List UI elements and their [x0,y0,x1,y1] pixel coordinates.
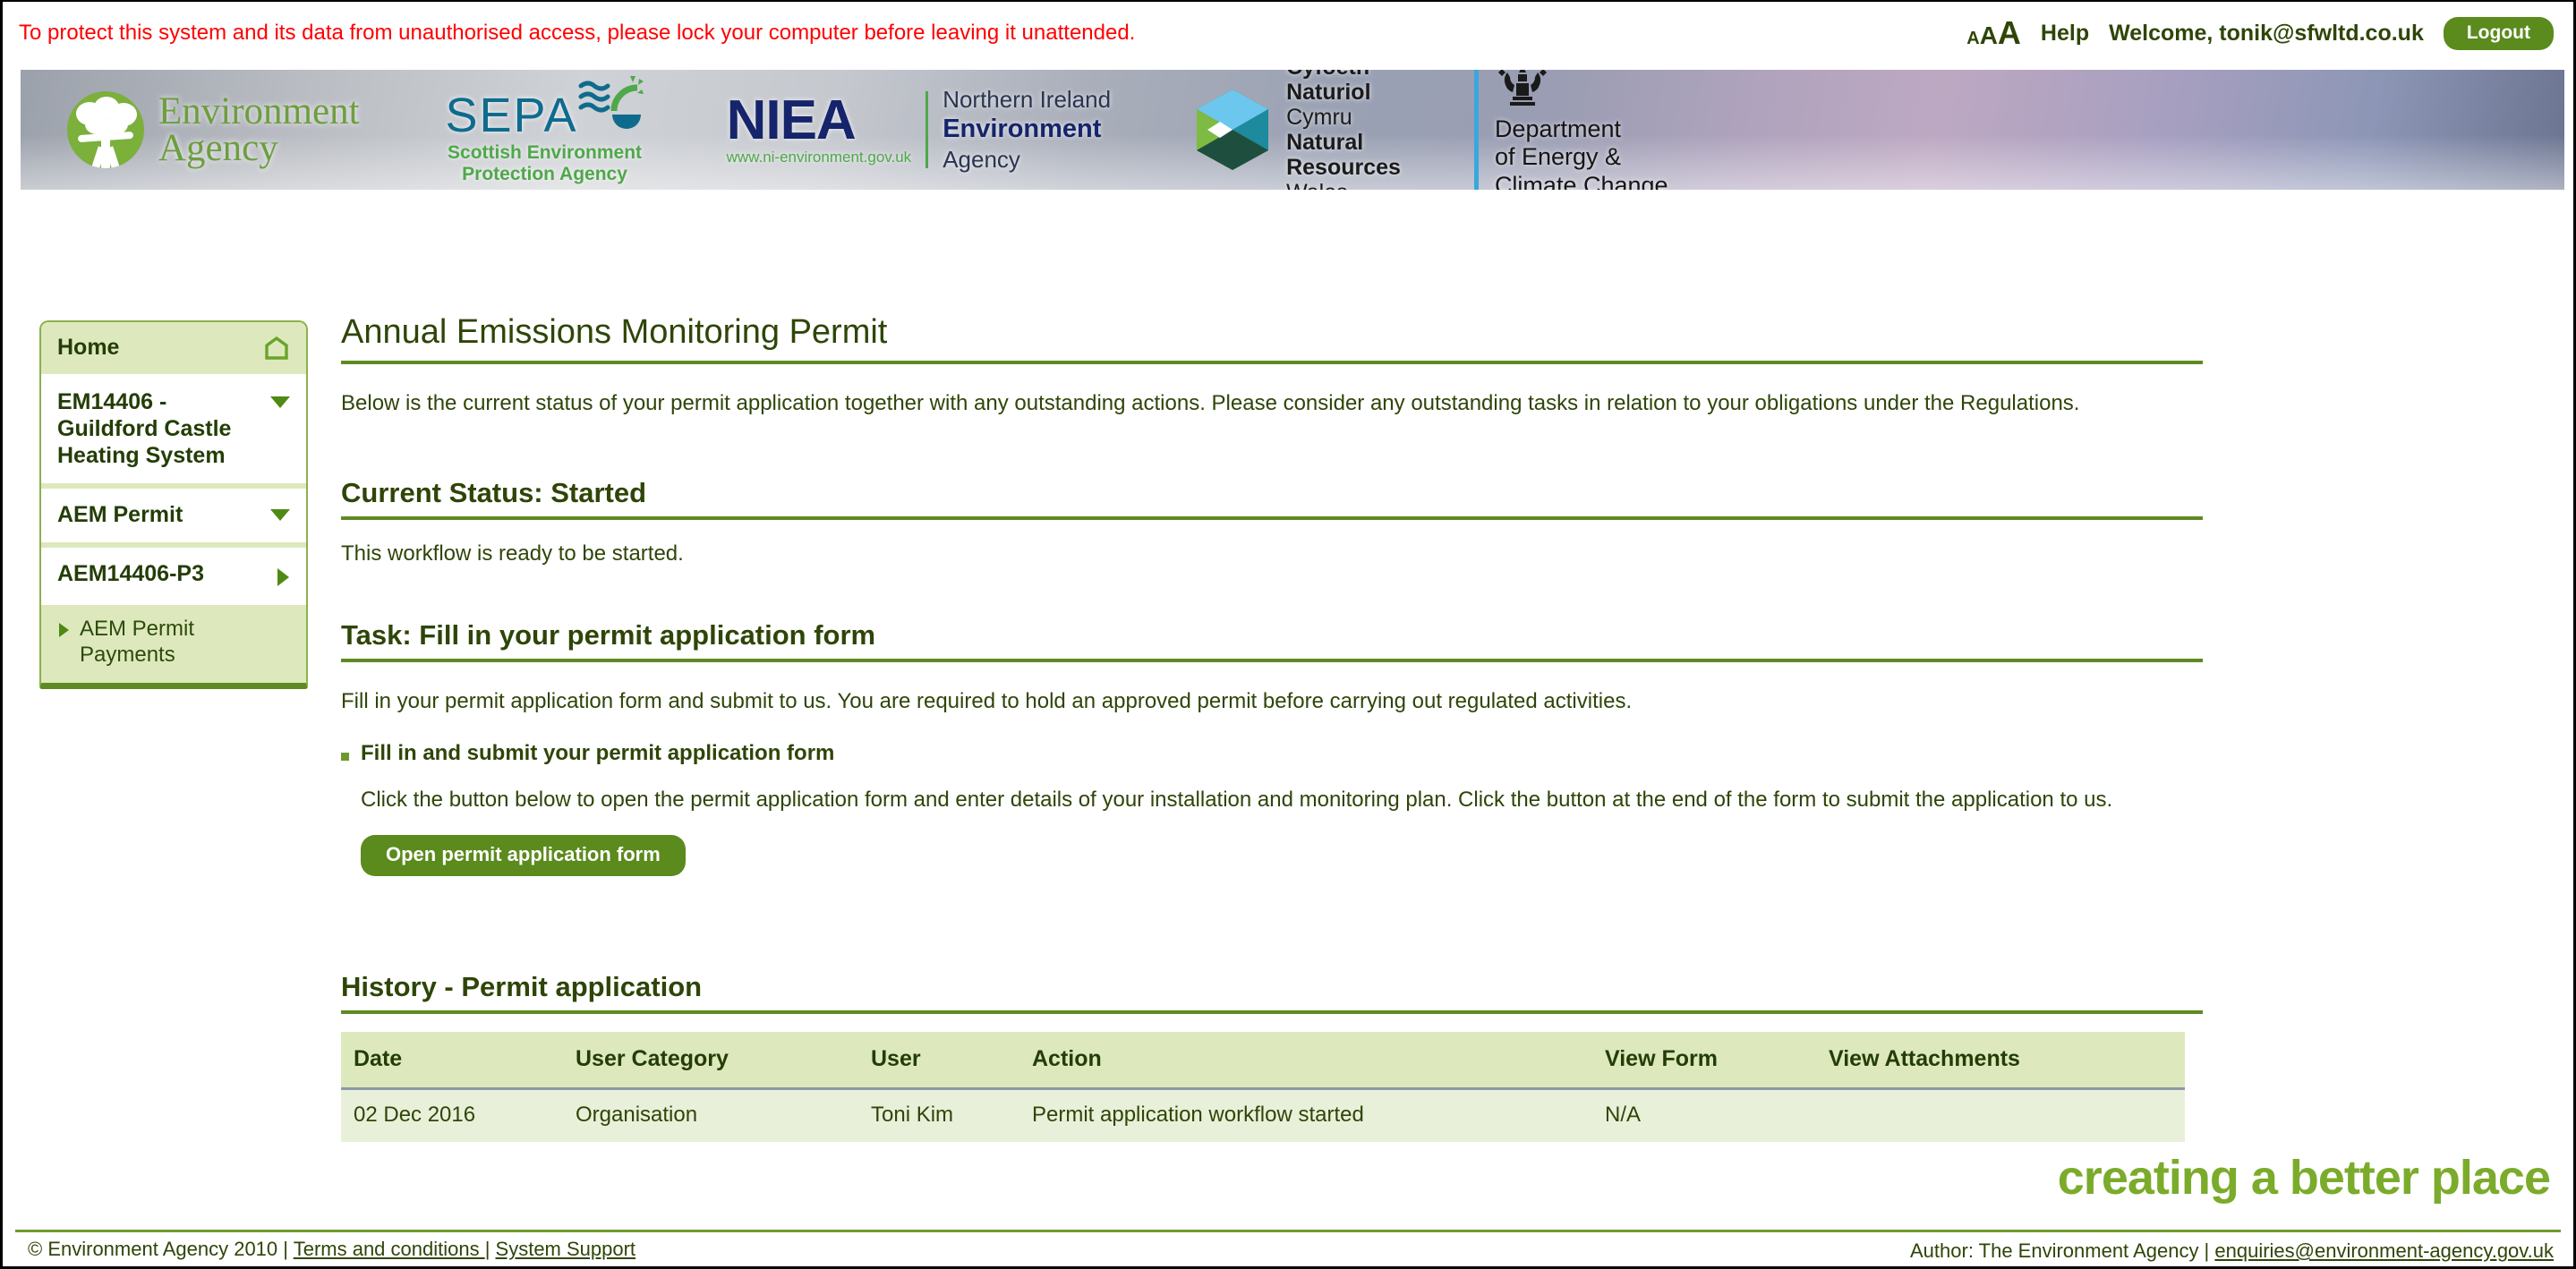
security-message: To protect this system and its data from… [19,21,1136,45]
task-bullet-label: Fill in and submit your permit applicati… [361,741,835,766]
task-heading: Task: Fill in your permit application fo… [341,619,2203,662]
task-text: Fill in your permit application form and… [341,688,1633,713]
sidebar-navigation: Home EM14406 - Guildford Castle Heating … [39,320,308,689]
task-bullet-text: Click the button below to open the permi… [361,788,2113,813]
cell-user-category: Organisation [563,1088,858,1142]
cell-view-attachments [1816,1088,2185,1142]
current-status-heading: Current Status: Started [341,477,2203,521]
column-header-user: User [858,1031,1019,1090]
environment-agency-tree-icon [67,91,144,168]
column-header-action: Action [1019,1031,1592,1090]
terms-and-conditions-link[interactable]: Terms and conditions [294,1238,485,1260]
nrw-wordmark: Cyfoeth Naturiol Cymru Natural Resources… [1286,70,1401,190]
home-icon[interactable] [263,336,290,361]
creating-a-better-place-tagline: creating a better place [2057,1151,2551,1205]
open-permit-application-form-button[interactable]: Open permit application form [361,834,686,876]
cell-action: Permit application workflow started [1019,1088,1592,1142]
environment-agency-logo: Environment Agency [67,91,360,168]
chevron-right-icon[interactable] [277,568,290,591]
decc-divider [1473,70,1479,190]
nrw-hexagon-icon [1197,89,1269,170]
niea-url: www.ni-environment.gov.uk [726,149,912,166]
sidebar-item-aem-permit-payments-label: AEM Permit Payments [80,617,195,668]
bullet-icon [341,753,349,762]
column-header-date: Date [341,1031,563,1090]
sidebar-item-aem14406-p3[interactable]: AEM14406-P3 [41,548,306,605]
page-footer: © Environment Agency 2010 | Terms and co… [3,1238,2573,1269]
sepa-mark: SEPA [446,75,644,140]
niea-subtitle: Northern Ireland Environment Agency [943,85,1112,173]
sidebar-item-installation-label: EM14406 - Guildford Castle Heating Syste… [57,389,232,468]
footer-left: © Environment Agency 2010 | Terms and co… [28,1238,635,1261]
table-header-row: Date User Category User Action View Form… [341,1031,2185,1090]
version-text: Version 8.4.9, last updated 14 July 2015 [1910,1264,2554,1269]
main-content: Annual Emissions Monitoring Permit Below… [341,313,2203,1142]
sidebar-item-aem14406-p3-label: AEM14406-P3 [57,561,204,586]
security-banner: To protect this system and its data from… [3,2,2573,64]
niea-wordmark: NIEA [726,89,857,151]
column-header-view-form: View Form [1592,1031,1816,1090]
sidebar-item-home-label: Home [57,335,120,360]
sidebar-item-aem-permit-payments[interactable]: AEM Permit Payments [41,605,306,683]
decc-logo: Department of Energy & Climate Change [1473,70,1668,190]
chevron-down-icon[interactable] [270,396,290,413]
chevron-down-icon[interactable] [270,509,290,526]
help-link[interactable]: Help [2041,21,2089,47]
text-size-large-button[interactable]: A [1998,14,2021,52]
natural-resources-wales-logo: Cyfoeth Naturiol Cymru Natural Resources… [1193,70,1401,190]
text-size-small-button[interactable]: A [1966,29,1979,49]
sepa-logo: SEPA Scottish Environment Protection Age… [446,75,644,185]
column-header-user-category: User Category [563,1031,858,1090]
environment-agency-wordmark: Environment Agency [158,89,360,169]
system-support-link[interactable]: System Support [496,1238,636,1260]
cell-date: 02 Dec 2016 [341,1088,563,1142]
header-utility-bar: A A A Help Welcome, tonik@sfwltd.co.uk L… [1966,14,2554,52]
footer-separator: | [484,1238,496,1260]
current-status-text: This workflow is ready to be started. [341,541,684,566]
welcome-text: Welcome, tonik@sfwltd.co.uk [2109,20,2424,46]
sidebar-item-aem-permit[interactable]: AEM Permit [41,489,306,548]
footer-divider [15,1230,2561,1232]
sidebar-item-aem-permit-label: AEM Permit [57,502,183,527]
sepa-subtitle: Scottish Environment Protection Agency [448,141,643,184]
sidebar-item-home[interactable]: Home [41,322,306,376]
author-text: Author: The Environment Agency | [1910,1239,2215,1262]
royal-crest-icon [1497,70,1547,106]
decc-wordmark: Department of Energy & Climate Change [1494,115,1668,190]
niea-logo: NIEA www.ni-environment.gov.uk Northern … [727,86,1112,175]
text-size-controls[interactable]: A A A [1966,14,2021,52]
application-page: To protect this system and its data from… [0,0,2576,1269]
page-title: Annual Emissions Monitoring Permit [341,313,2203,364]
cell-user: Toni Kim [858,1088,1019,1142]
sepa-water-sun-icon [578,75,644,129]
intro-text: Below is the current status of your perm… [341,391,2080,415]
niea-divider [925,91,929,168]
logout-button[interactable]: Logout [2443,16,2554,50]
history-heading: History - Permit application [341,971,2203,1014]
column-header-view-attachments: View Attachments [1816,1031,2185,1090]
enquiries-email-link[interactable]: enquiries@environment-agency.gov.uk [2214,1239,2554,1262]
table-row: 02 Dec 2016 Organisation Toni Kim Permit… [341,1088,2185,1142]
sidebar-item-installation[interactable]: EM14406 - Guildford Castle Heating Syste… [41,376,306,489]
copyright-text: © Environment Agency 2010 | [28,1238,294,1260]
chevron-right-icon[interactable] [59,623,70,642]
masthead-banner: Environment Agency SEPA Scottish Environ… [21,70,2564,190]
footer-right: Author: The Environment Agency | enquiri… [1910,1238,2554,1269]
task-bullet: Fill in and submit your permit applicati… [341,741,2203,766]
text-size-medium-button[interactable]: A [1980,21,1998,50]
history-table: Date User Category User Action View Form… [341,1031,2185,1142]
cell-view-form: N/A [1592,1088,1816,1142]
